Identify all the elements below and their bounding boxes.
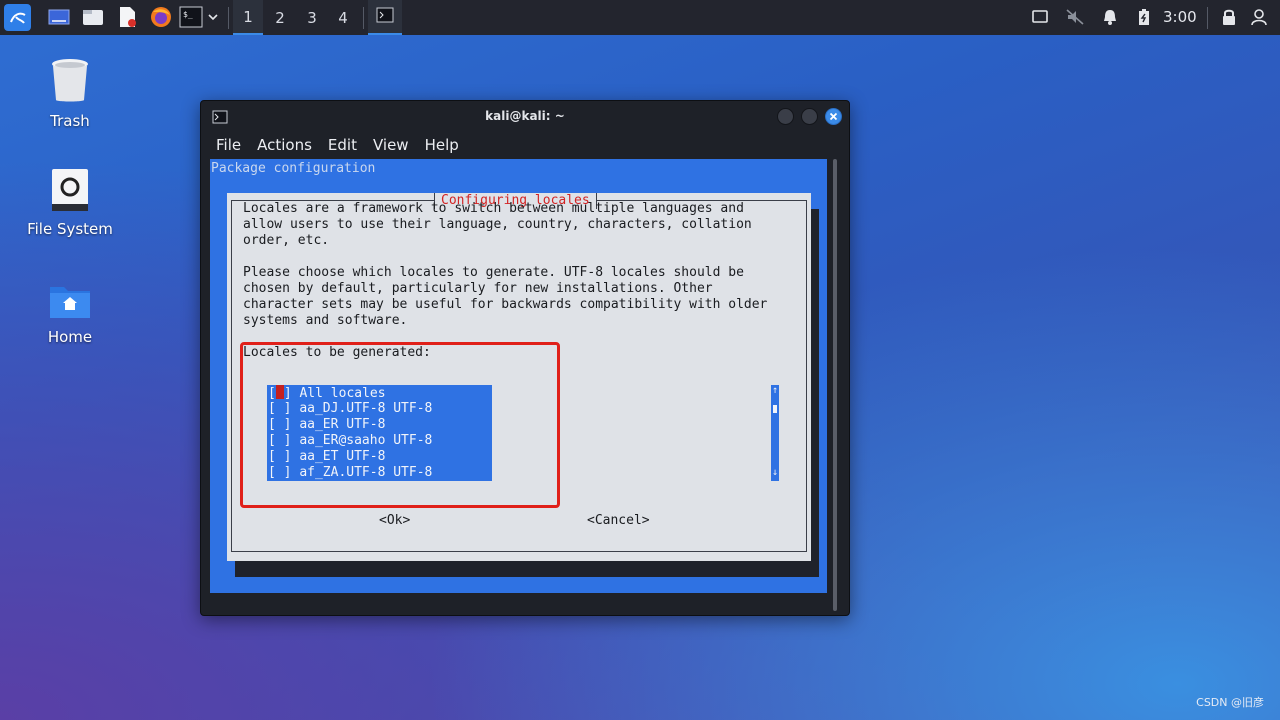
maximize-button[interactable]: [801, 108, 818, 125]
list-scrollbar[interactable]: ↑ ↓: [771, 385, 779, 481]
text-editor-icon[interactable]: [115, 5, 139, 29]
kali-menu-icon[interactable]: [4, 4, 31, 31]
desktop-item-label: Trash: [50, 112, 90, 130]
close-button[interactable]: [825, 108, 842, 125]
terminal-window: kali@kali: ~ File Actions Edit View Help…: [200, 100, 850, 616]
scroll-thumb[interactable]: [773, 405, 777, 413]
scroll-down-arrow[interactable]: ↓: [771, 467, 779, 479]
user-icon[interactable]: [1247, 5, 1271, 29]
display-icon[interactable]: [1028, 5, 1052, 29]
terminal-icon[interactable]: $_: [179, 5, 203, 29]
minimize-button[interactable]: [777, 108, 794, 125]
description-line: Please choose which locales to generate.…: [243, 265, 744, 280]
lock-icon[interactable]: [1217, 5, 1241, 29]
trash-icon: [50, 59, 90, 108]
window-title: kali@kali: ~: [485, 109, 565, 123]
menubar: File Actions Edit View Help: [201, 131, 849, 159]
terminal-task-icon: [376, 7, 394, 27]
taskbar-separator: [363, 7, 364, 29]
desktop-item-label: Home: [47, 328, 93, 346]
taskbar: $_ 1 2 3 4 3:00: [0, 0, 1280, 35]
menu-view[interactable]: View: [373, 136, 409, 154]
clock[interactable]: 3:00: [1163, 0, 1197, 35]
svg-text:$_: $_: [183, 10, 193, 19]
workspace-1[interactable]: 1: [233, 0, 263, 35]
scroll-up-arrow[interactable]: ↑: [771, 385, 779, 397]
terminal-scrollbar[interactable]: [833, 159, 837, 611]
battery-icon[interactable]: [1132, 5, 1156, 29]
mute-icon[interactable]: [1063, 5, 1087, 29]
window-titlebar[interactable]: kali@kali: ~: [201, 101, 849, 131]
description-line: chosen by default, particularly for new …: [243, 281, 713, 296]
drive-icon: [51, 169, 89, 216]
description-line: systems and software.: [243, 313, 408, 328]
chevron-down-icon[interactable]: [205, 5, 221, 29]
firefox-icon[interactable]: [149, 5, 173, 29]
ok-button[interactable]: <Ok>: [379, 513, 410, 529]
menu-help[interactable]: Help: [425, 136, 459, 154]
workspace-2[interactable]: 2: [265, 0, 295, 35]
menu-actions[interactable]: Actions: [257, 136, 312, 154]
taskbar-separator: [228, 7, 229, 29]
menu-file[interactable]: File: [216, 136, 241, 154]
show-desktop-icon[interactable]: [47, 5, 71, 29]
description-line: order, etc.: [243, 233, 330, 248]
package-configuration-header: Package configuration: [211, 161, 376, 176]
terminal-task-button[interactable]: [368, 0, 402, 35]
description-line: allow users to use their language, count…: [243, 217, 752, 232]
cancel-button[interactable]: <Cancel>: [587, 513, 650, 529]
home-folder-icon: [48, 287, 92, 324]
desktop-item-trash[interactable]: Trash: [15, 58, 125, 130]
workspace-3[interactable]: 3: [297, 0, 327, 35]
taskbar-separator: [1207, 7, 1208, 29]
description-line: character sets may be useful for backwar…: [243, 297, 768, 312]
file-manager-icon[interactable]: [81, 5, 105, 29]
watermark: CSDN @旧彦: [1196, 696, 1264, 709]
menu-edit[interactable]: Edit: [328, 136, 357, 154]
desktop-item-label: File System: [27, 220, 113, 238]
desktop-item-home[interactable]: Home: [15, 282, 125, 346]
workspace-4[interactable]: 4: [328, 0, 358, 35]
annotation-highlight-box: [240, 342, 560, 508]
description-line: Locales are a framework to switch betwee…: [243, 201, 744, 216]
bell-icon[interactable]: [1098, 5, 1122, 29]
desktop-item-file-system[interactable]: File System: [15, 168, 125, 238]
